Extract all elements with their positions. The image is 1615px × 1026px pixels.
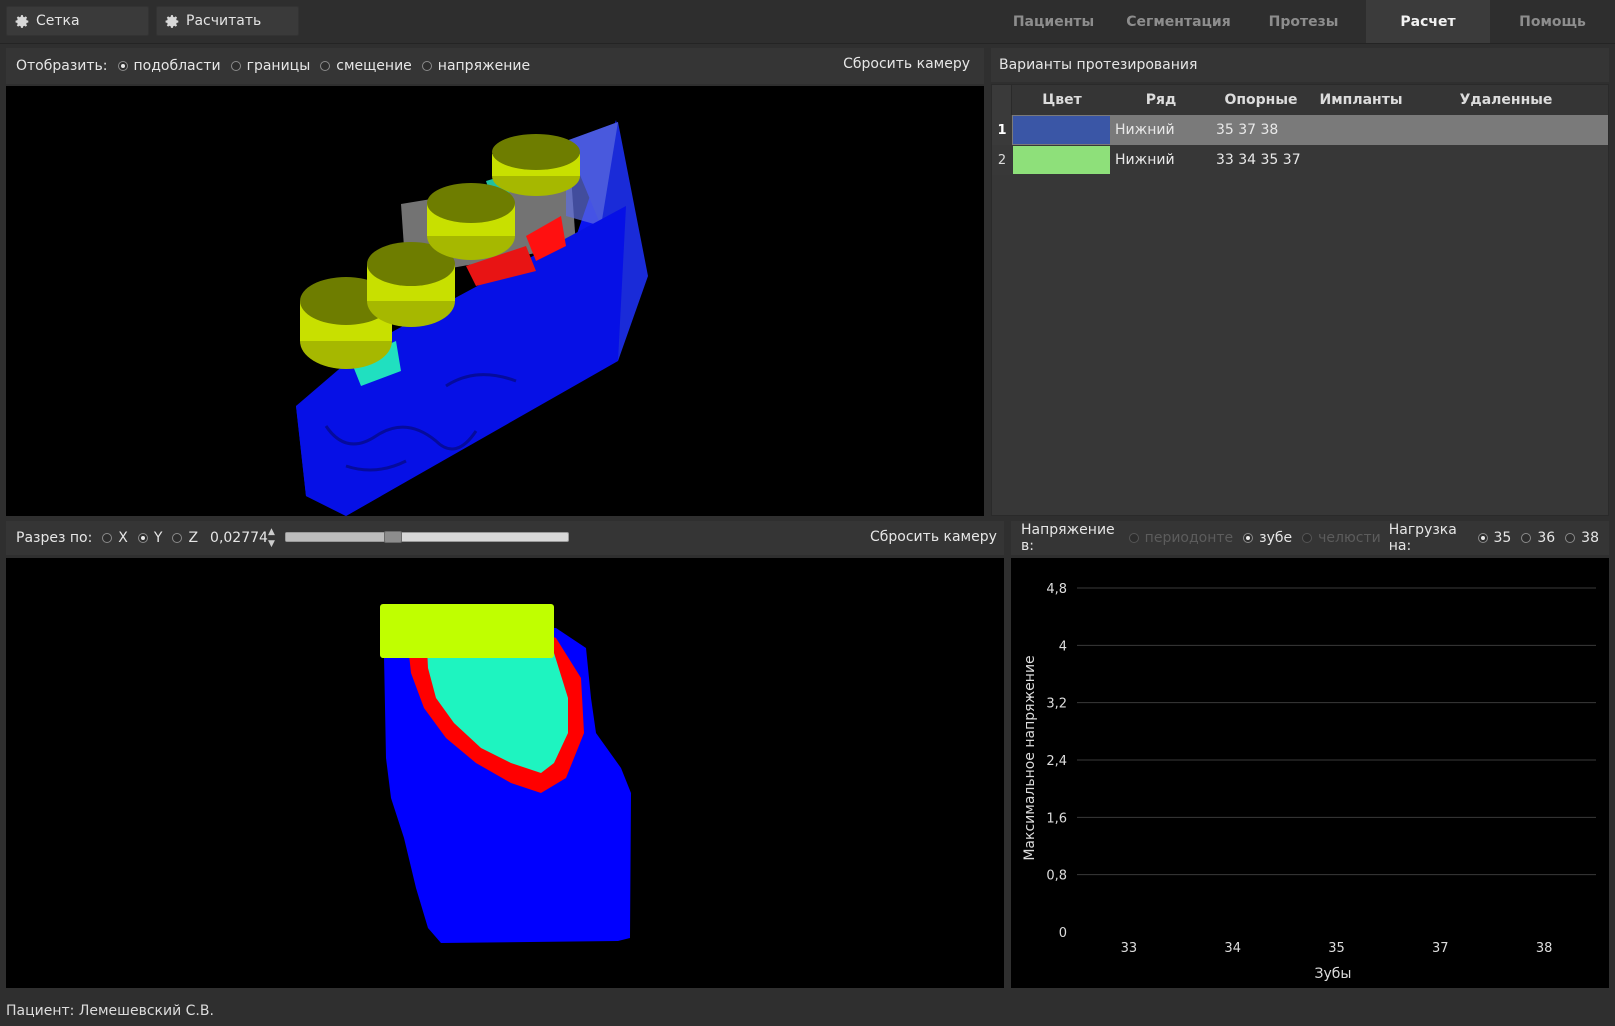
tab-segmentation[interactable]: Сегментация [1116, 0, 1241, 43]
display-stress-radio[interactable]: напряжение [421, 58, 530, 74]
row-number: 1 [992, 115, 1012, 145]
row-number: 2 [992, 145, 1012, 175]
color-swatch[interactable] [1013, 116, 1110, 144]
stress-chart-svg: 0 0,8 1,6 2,4 3,2 4 4,8 33 34 35 37 38 Зубы Максим… [1022, 582, 1596, 982]
section-value-field[interactable]: 0,02774 [210, 530, 268, 546]
section-axis-x-radio[interactable]: X [102, 530, 128, 546]
tab-patients[interactable]: Пациенты [991, 0, 1116, 43]
cell-support: 35 37 38 [1216, 122, 1279, 138]
section-slider[interactable] [285, 531, 569, 543]
stress-label: Напряжение в: [1021, 522, 1115, 554]
display-label: Отобразить: [16, 58, 108, 74]
col-support[interactable]: Опорные [1211, 85, 1311, 115]
tab-prostheses[interactable]: Протезы [1241, 0, 1366, 43]
section-axis-y-radio[interactable]: Y [137, 530, 162, 546]
y-tick-label: 0 [1059, 926, 1067, 941]
mesh-button[interactable]: Сетка [6, 6, 149, 36]
top-toolbar: Сетка Расчитать Пациенты Сегментация Про… [0, 0, 1615, 44]
load-38-radio[interactable]: 38 [1565, 530, 1599, 546]
slider-handle[interactable] [384, 531, 402, 543]
jaw-3d-model [296, 120, 648, 516]
gear-icon [165, 14, 179, 28]
view3d-viewport[interactable] [6, 86, 984, 516]
display-displacement-radio[interactable]: смещение [320, 58, 412, 74]
mesh-button-label: Сетка [36, 13, 80, 29]
col-row[interactable]: Ряд [1111, 85, 1211, 115]
table-row[interactable]: 2 Нижний 33 34 35 37 [992, 145, 1608, 175]
patient-status: Пациент: Лемешевский С.В. [6, 1003, 214, 1019]
calculate-button[interactable]: Расчитать [156, 6, 299, 36]
x-tick-label: 33 [1121, 941, 1138, 956]
y-axis-label: Максимальное напряжение [1022, 655, 1038, 860]
y-tick-label: 0,8 [1046, 869, 1067, 884]
variants-table: Цвет Ряд Опорные Импланты Удаленные 1 Ни… [991, 84, 1609, 516]
display-subregions-radio[interactable]: подобласти [117, 58, 221, 74]
spin-up-icon[interactable]: ▲ [268, 527, 275, 537]
calculate-button-label: Расчитать [186, 13, 262, 29]
tooth-cross-section [380, 604, 631, 943]
variants-header: Варианты протезирования [991, 48, 1609, 82]
gear-icon [15, 14, 29, 28]
color-swatch[interactable] [1013, 146, 1110, 174]
table-row[interactable]: 1 Нижний 35 37 38 [992, 115, 1608, 145]
y-tick-label: 1,6 [1046, 811, 1067, 826]
x-tick-label: 38 [1536, 941, 1553, 956]
stress-chart: 0 0,8 1,6 2,4 3,2 4 4,8 33 34 35 37 38 Зубы Максим… [1011, 558, 1609, 988]
stress-periodontium-radio[interactable]: периодонте [1128, 530, 1233, 546]
status-bar: Пациент: Лемешевский С.В. [0, 996, 1615, 1026]
load-label: Нагрузка на: [1388, 522, 1457, 554]
x-axis-label: Зубы [1315, 966, 1352, 982]
section-label: Разрез по: [16, 530, 93, 546]
stress-jaw-radio[interactable]: челюсти [1302, 530, 1381, 546]
reset-camera-section-button[interactable]: Сбросить камеру [870, 529, 997, 545]
x-tick-label: 37 [1432, 941, 1449, 956]
load-35-radio[interactable]: 35 [1477, 530, 1511, 546]
section-axis-z-radio[interactable]: Z [172, 530, 198, 546]
reset-camera-3d-button[interactable]: Сбросить камеру [843, 56, 970, 72]
col-color[interactable]: Цвет [1013, 85, 1111, 115]
tab-help[interactable]: Помощь [1490, 0, 1615, 43]
cell-row: Нижний [1115, 122, 1175, 138]
variants-table-header: Цвет Ряд Опорные Импланты Удаленные [992, 85, 1608, 115]
section-viewport[interactable] [6, 558, 1004, 988]
app-window: Сетка Расчитать Пациенты Сегментация Про… [0, 0, 1615, 1026]
cell-row: Нижний [1115, 152, 1175, 168]
y-tick-label: 3,2 [1046, 697, 1067, 712]
x-tick-label: 35 [1328, 941, 1345, 956]
y-tick-label: 4 [1059, 639, 1067, 654]
stress-tooth-radio[interactable]: зубе [1243, 530, 1292, 546]
main-tabs: Пациенты Сегментация Протезы Расчет Помо… [991, 0, 1615, 43]
x-tick-label: 34 [1224, 941, 1241, 956]
view3d-header: Отобразить: подобласти границы смещение … [6, 48, 984, 84]
col-implants[interactable]: Импланты [1311, 85, 1411, 115]
y-tick-label: 2,4 [1046, 754, 1067, 769]
variants-title: Варианты протезирования [999, 57, 1198, 73]
y-tick-label: 4,8 [1046, 582, 1067, 597]
slider-fill [286, 533, 384, 541]
display-borders-radio[interactable]: границы [230, 58, 310, 74]
load-36-radio[interactable]: 36 [1521, 530, 1555, 546]
tab-calculation[interactable]: Расчет [1366, 0, 1490, 43]
stress-header: Напряжение в: периодонте зубе челюсти На… [1011, 521, 1609, 555]
cell-support: 33 34 35 37 [1216, 152, 1301, 168]
spin-down-icon[interactable]: ▼ [268, 539, 275, 549]
col-removed[interactable]: Удаленные [1411, 85, 1601, 115]
